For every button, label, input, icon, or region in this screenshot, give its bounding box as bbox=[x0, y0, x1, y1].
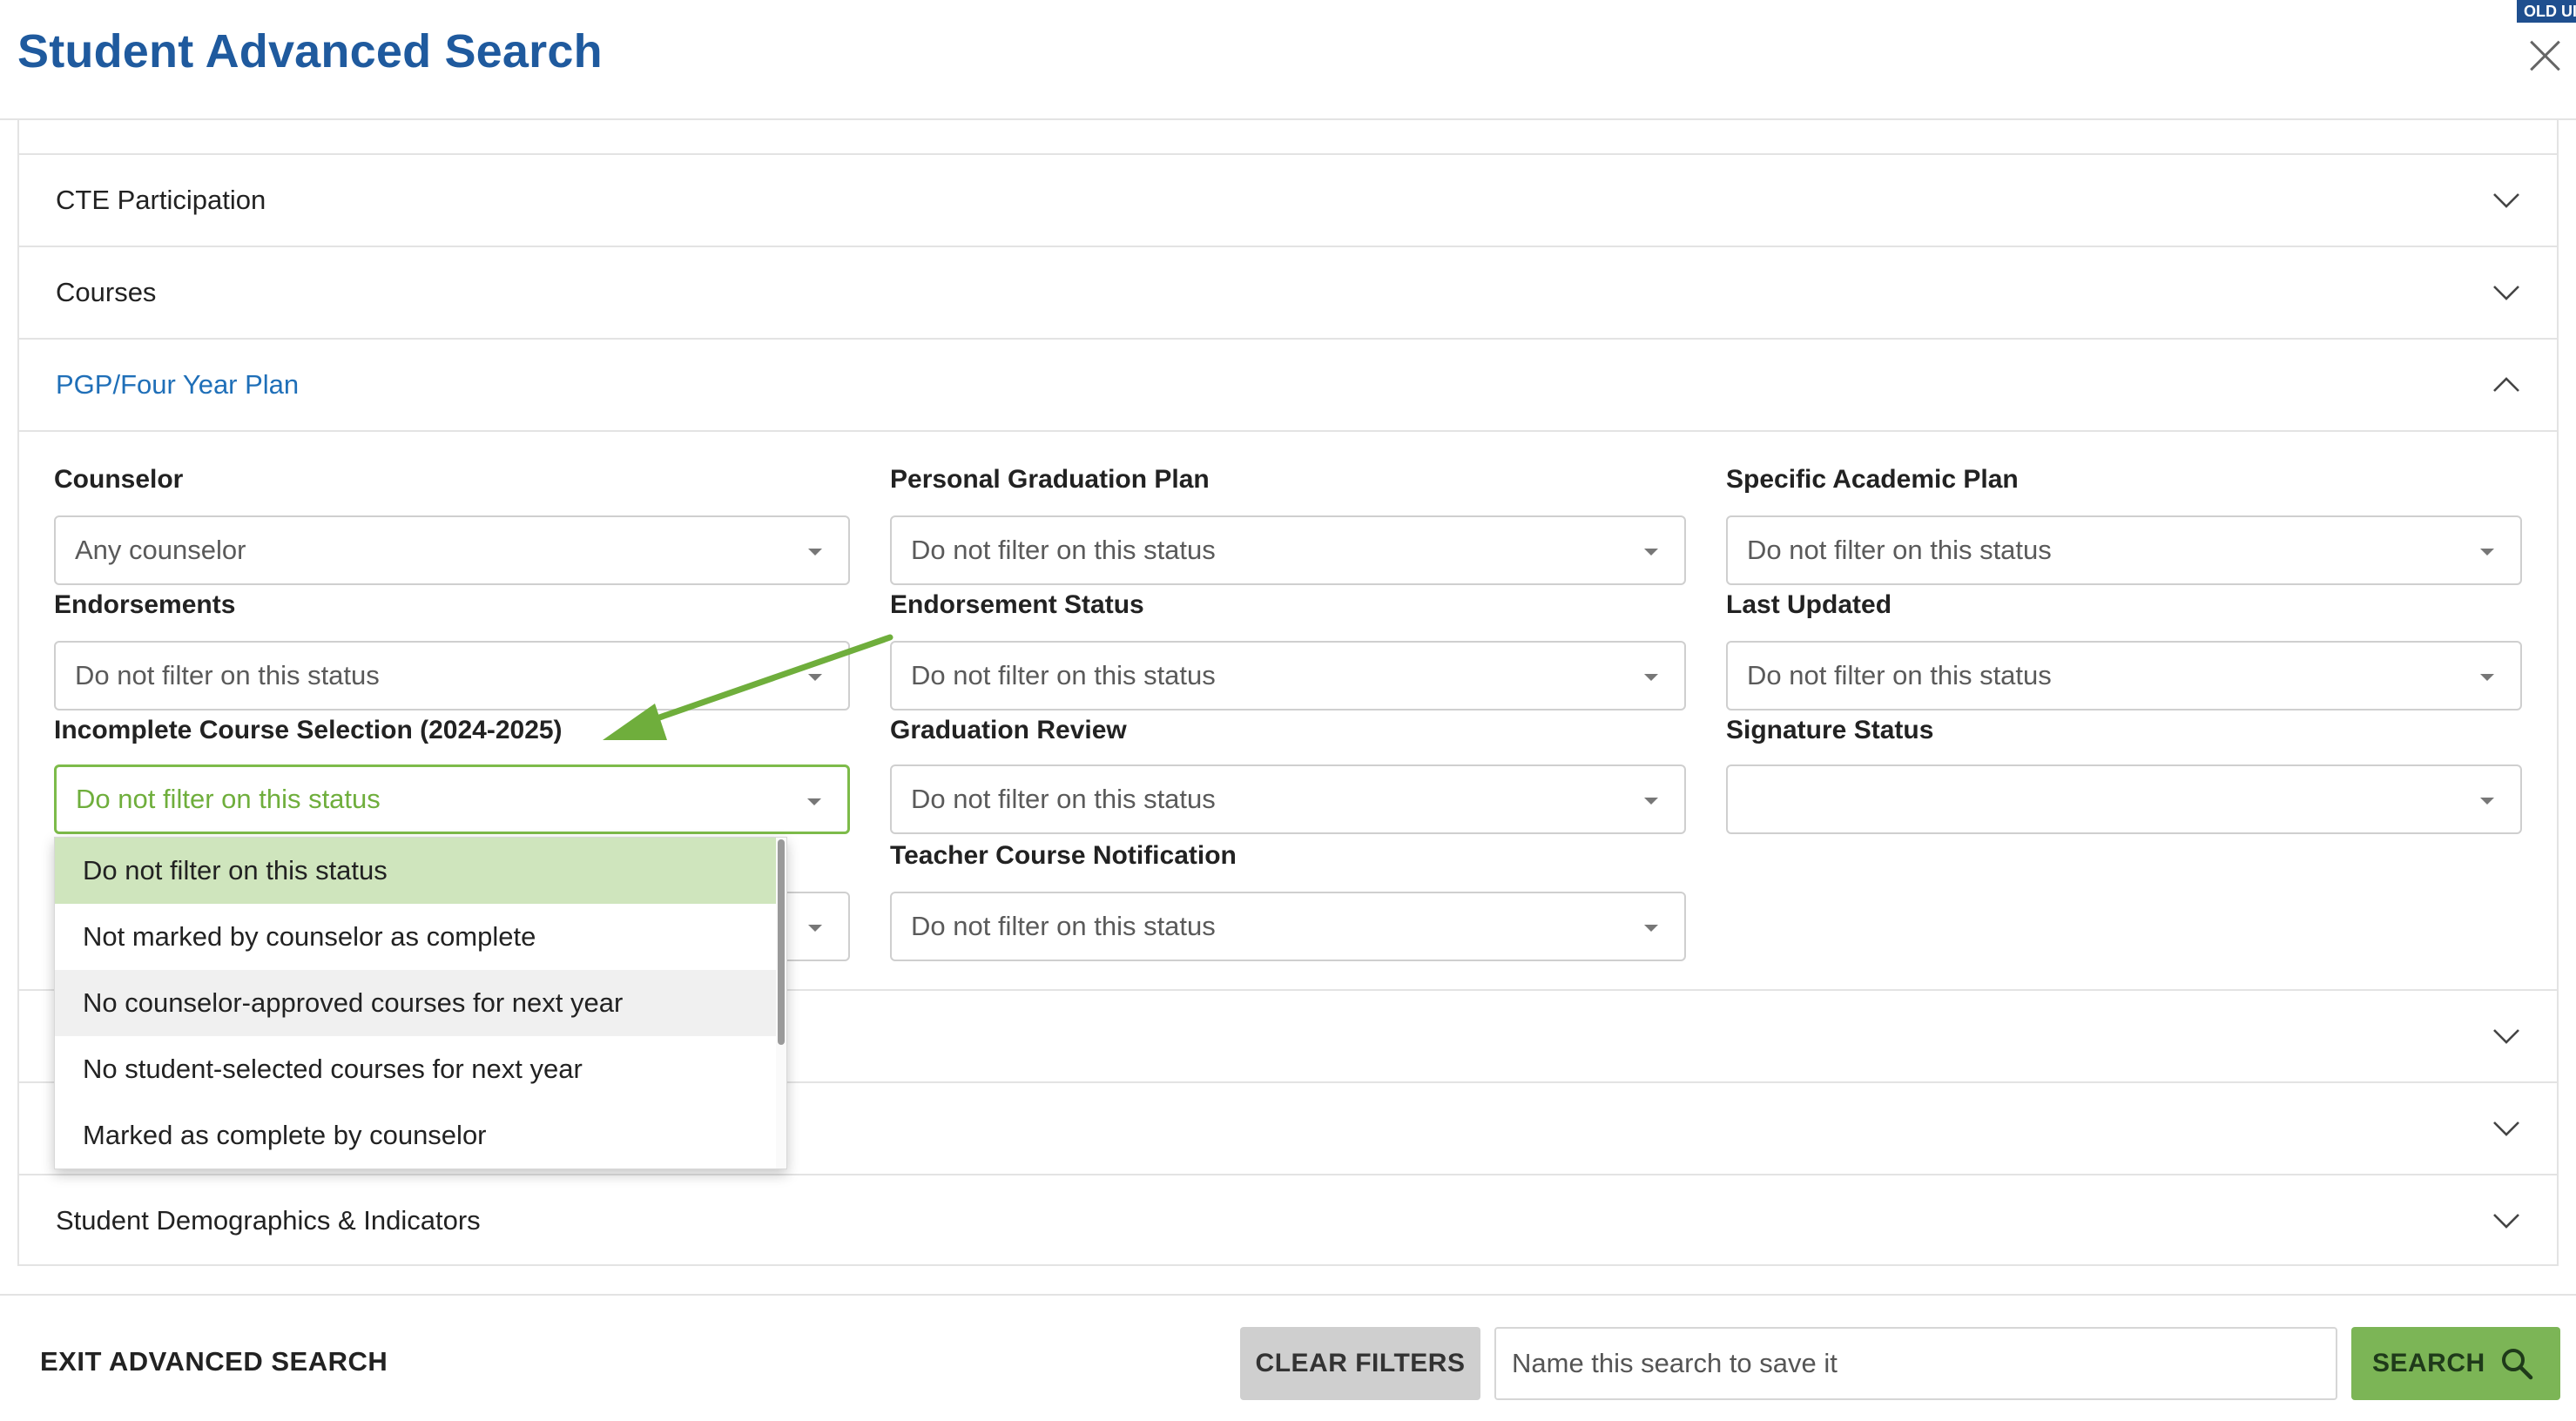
graduation-review-select[interactable]: Do not filter on this status bbox=[890, 764, 1686, 834]
option-label: Do not filter on this status bbox=[83, 855, 388, 886]
caret-down-icon bbox=[807, 798, 821, 805]
select-value: Do not filter on this status bbox=[911, 660, 1216, 690]
caret-down-icon bbox=[2480, 674, 2494, 681]
accordion-label-active: PGP/Four Year Plan bbox=[56, 369, 300, 400]
caret-down-icon bbox=[1644, 925, 1658, 932]
scrollbar-thumb[interactable] bbox=[778, 839, 785, 1045]
chevron-down-icon[interactable] bbox=[2491, 1205, 2522, 1236]
counselor-select[interactable]: Any counselor bbox=[54, 515, 850, 585]
select-value: Do not filter on this status bbox=[911, 535, 1216, 565]
exit-advanced-search-button[interactable]: EXIT ADVANCED SEARCH bbox=[40, 1346, 388, 1377]
accordion-label: Courses bbox=[56, 277, 157, 307]
dropdown-scrollbar[interactable] bbox=[776, 838, 786, 1168]
select-value: Do not filter on this status bbox=[76, 784, 381, 814]
specific-academic-plan-label: Specific Academic Plan bbox=[1726, 465, 2019, 494]
caret-down-icon bbox=[808, 549, 822, 556]
caret-down-icon bbox=[2480, 798, 2494, 805]
select-value: Do not filter on this status bbox=[911, 784, 1216, 814]
last-updated-label: Last Updated bbox=[1726, 590, 1892, 619]
caret-down-icon bbox=[1644, 549, 1658, 556]
signature-status-select[interactable] bbox=[1726, 764, 2522, 834]
incomplete-course-selection-label: Incomplete Course Selection (2024-2025) bbox=[54, 716, 563, 744]
endorsement-status-select[interactable]: Do not filter on this status bbox=[890, 641, 1686, 710]
endorsements-label: Endorsements bbox=[54, 590, 236, 619]
save-search-name-input[interactable] bbox=[1494, 1327, 2337, 1400]
chevron-up-icon[interactable] bbox=[2491, 369, 2522, 401]
select-value: Do not filter on this status bbox=[75, 660, 380, 690]
counselor-label: Counselor bbox=[54, 465, 184, 494]
dropdown-option[interactable]: Do not filter on this status bbox=[55, 838, 778, 904]
incomplete-course-selection-select[interactable]: Do not filter on this status bbox=[54, 764, 850, 834]
caret-down-icon bbox=[1644, 674, 1658, 681]
dropdown-option[interactable]: Not marked by counselor as complete bbox=[55, 904, 778, 970]
chevron-down-icon[interactable] bbox=[2491, 1020, 2522, 1052]
teacher-course-notification-select[interactable]: Do not filter on this status bbox=[890, 892, 1686, 961]
close-icon[interactable] bbox=[2527, 38, 2562, 73]
chevron-down-icon[interactable] bbox=[2491, 1113, 2522, 1144]
option-label: No counselor-approved courses for next y… bbox=[83, 987, 624, 1018]
specific-academic-plan-select[interactable]: Do not filter on this status bbox=[1726, 515, 2522, 585]
incomplete-course-selection-dropdown: Do not filter on this status Not marked … bbox=[54, 837, 787, 1169]
accordion-cte-participation[interactable]: CTE Participation bbox=[19, 153, 2557, 246]
search-button[interactable]: SEARCH bbox=[2351, 1327, 2560, 1400]
search-icon bbox=[2502, 1349, 2533, 1380]
clear-filters-button[interactable]: CLEAR FILTERS bbox=[1240, 1327, 1480, 1400]
chevron-down-icon[interactable] bbox=[2491, 277, 2522, 308]
old-ui-badge[interactable]: OLD UI bbox=[2517, 0, 2576, 23]
personal-graduation-plan-select[interactable]: Do not filter on this status bbox=[890, 515, 1686, 585]
option-label: Marked as complete by counselor bbox=[83, 1120, 487, 1150]
accordion-pgp-four-year-plan[interactable]: PGP/Four Year Plan bbox=[19, 338, 2557, 430]
caret-down-icon bbox=[1644, 798, 1658, 805]
caret-down-icon bbox=[808, 674, 822, 681]
endorsement-status-label: Endorsement Status bbox=[890, 590, 1144, 619]
select-value: Any counselor bbox=[75, 535, 246, 565]
caret-down-icon bbox=[2480, 549, 2494, 556]
personal-graduation-plan-label: Personal Graduation Plan bbox=[890, 465, 1210, 494]
select-value: Do not filter on this status bbox=[1747, 535, 2052, 565]
option-label: No student-selected courses for next yea… bbox=[83, 1054, 583, 1084]
dropdown-option[interactable]: Marked as complete by counselor bbox=[55, 1102, 778, 1168]
select-value: Do not filter on this status bbox=[911, 911, 1216, 941]
search-button-label: SEARCH bbox=[2372, 1349, 2485, 1377]
chevron-down-icon[interactable] bbox=[2491, 185, 2522, 216]
caret-down-icon bbox=[808, 925, 822, 932]
option-label: Not marked by counselor as complete bbox=[83, 921, 536, 952]
accordion-label: Student Demographics & Indicators bbox=[56, 1205, 481, 1236]
accordion-courses[interactable]: Courses bbox=[19, 246, 2557, 338]
dropdown-option[interactable]: No student-selected courses for next yea… bbox=[55, 1036, 778, 1102]
endorsements-select[interactable]: Do not filter on this status bbox=[54, 641, 850, 710]
footer-bar: EXIT ADVANCED SEARCH CLEAR FILTERS SEARC… bbox=[0, 1294, 2576, 1421]
signature-status-label: Signature Status bbox=[1726, 716, 1934, 744]
last-updated-select[interactable]: Do not filter on this status bbox=[1726, 641, 2522, 710]
modal-header: Student Advanced Search OLD UI bbox=[0, 0, 2576, 120]
dropdown-option[interactable]: No counselor-approved courses for next y… bbox=[55, 970, 778, 1036]
accordion-student-demographics[interactable]: Student Demographics & Indicators bbox=[19, 1174, 2557, 1266]
accordion-label: CTE Participation bbox=[56, 185, 266, 215]
page-title: Student Advanced Search bbox=[17, 25, 603, 77]
teacher-course-notification-label: Teacher Course Notification bbox=[890, 841, 1237, 870]
select-value: Do not filter on this status bbox=[1747, 660, 2052, 690]
graduation-review-label: Graduation Review bbox=[890, 716, 1127, 744]
divider bbox=[19, 430, 2557, 432]
